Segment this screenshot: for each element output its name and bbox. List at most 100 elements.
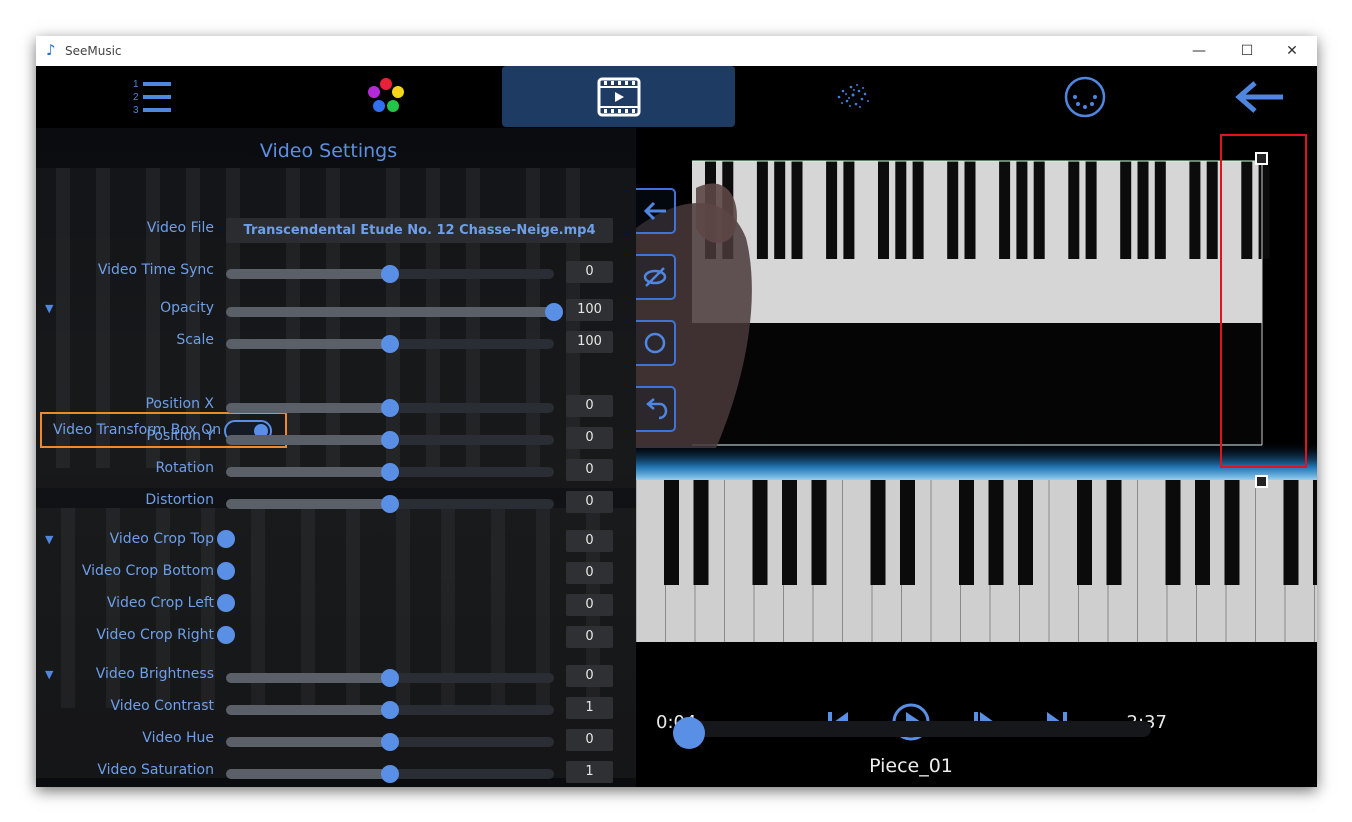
panel-title: Video Settings xyxy=(259,140,398,162)
slider-knob[interactable] xyxy=(381,495,399,513)
video-file-label: Video File xyxy=(146,220,214,236)
app-window: ♪ SeeMusic — ☐ ✕ 1 2 3 Video Settings Vi… xyxy=(36,36,1317,787)
maximize-button[interactable]: ☐ xyxy=(1232,40,1262,62)
title-bar: ♪ SeeMusic — ☐ ✕ xyxy=(36,36,1317,66)
close-button[interactable]: ✕ xyxy=(1277,40,1307,62)
position-x-value[interactable]: 0 xyxy=(566,395,613,417)
transform-handle-top-right[interactable] xyxy=(1255,152,1268,165)
tab-colors[interactable] xyxy=(269,66,502,128)
crop-left-value[interactable]: 0 xyxy=(566,594,613,616)
position-y-slider[interactable] xyxy=(226,431,554,449)
seek-bar[interactable] xyxy=(676,721,1151,737)
video-time-sync-row: Video Time Sync 0 xyxy=(36,256,636,288)
slider-knob[interactable] xyxy=(381,335,399,353)
rotation-label: Rotation xyxy=(155,460,214,476)
video-preview-panel: 0:04 -2:37 Piece_01 xyxy=(636,128,1317,787)
video-time-sync-label: Video Time Sync xyxy=(97,262,214,278)
hue-value[interactable]: 0 xyxy=(566,729,613,751)
brightness-row: ▼ Video Brightness 0 xyxy=(36,660,636,692)
saturation-label: Video Saturation xyxy=(97,762,214,778)
contrast-row: Video Contrast 1 xyxy=(36,692,636,724)
rotation-row: Rotation 0 xyxy=(36,454,636,486)
tab-video[interactable] xyxy=(502,66,735,127)
minimize-button[interactable]: — xyxy=(1184,40,1214,62)
transform-handle-bottom-right[interactable] xyxy=(1255,475,1268,488)
crop-right-slider[interactable] xyxy=(217,626,235,644)
crop-bottom-value[interactable]: 0 xyxy=(566,562,613,584)
contrast-label: Video Contrast xyxy=(110,698,215,714)
tab-midi[interactable] xyxy=(968,66,1201,128)
scale-value[interactable]: 100 xyxy=(566,331,613,353)
back-button[interactable] xyxy=(1201,66,1317,128)
saturation-slider[interactable] xyxy=(226,765,554,783)
slider-knob[interactable] xyxy=(381,399,399,417)
slider-knob[interactable] xyxy=(381,265,399,283)
eye-off-icon xyxy=(643,267,667,287)
opacity-slider[interactable] xyxy=(226,303,563,321)
crop-top-value[interactable]: 0 xyxy=(566,530,613,552)
position-x-row: Position X 0 xyxy=(36,390,636,422)
video-file-row: Video File Transcendental Etude No. 12 C… xyxy=(36,214,636,246)
svg-text:2: 2 xyxy=(133,92,139,103)
video-time-sync-value[interactable]: 0 xyxy=(566,261,613,283)
scale-row: Scale 100 xyxy=(36,326,636,358)
main-toolbar: 1 2 3 xyxy=(36,66,1317,128)
hue-label: Video Hue xyxy=(142,730,214,746)
position-y-value[interactable]: 0 xyxy=(566,427,613,449)
opacity-value[interactable]: 100 xyxy=(566,299,613,321)
position-x-label: Position X xyxy=(145,396,214,412)
undo-icon xyxy=(646,398,668,420)
opacity-label: Opacity xyxy=(160,300,214,316)
crop-right-row: Video Crop Right 0 xyxy=(36,621,636,653)
video-time-sync-slider[interactable] xyxy=(226,265,554,283)
crop-top-slider[interactable] xyxy=(217,530,235,548)
opacity-row: ▼ Opacity 100 xyxy=(36,294,636,326)
brightness-label: Video Brightness xyxy=(95,666,214,682)
scale-slider[interactable] xyxy=(226,335,554,353)
collapse-caret-icon[interactable]: ▼ xyxy=(45,668,53,681)
transform-box-highlight xyxy=(1220,134,1307,468)
seek-bar-knob[interactable] xyxy=(673,717,705,749)
brightness-value[interactable]: 0 xyxy=(566,665,613,687)
video-file-field[interactable]: Transcendental Etude No. 12 Chasse-Neige… xyxy=(226,218,613,243)
window-title: SeeMusic xyxy=(65,44,122,58)
slider-knob[interactable] xyxy=(545,303,563,321)
tab-particles[interactable] xyxy=(735,66,968,128)
arrow-left-icon xyxy=(1235,81,1283,113)
collapse-caret-icon[interactable]: ▼ xyxy=(45,302,53,315)
midi-port-icon xyxy=(1064,76,1105,118)
crop-left-slider[interactable] xyxy=(217,594,235,612)
toggle-visibility-button[interactable] xyxy=(636,254,676,300)
rotation-value[interactable]: 0 xyxy=(566,459,613,481)
position-y-row: Position Y 0 xyxy=(36,422,636,454)
slider-knob[interactable] xyxy=(381,463,399,481)
crop-right-value[interactable]: 0 xyxy=(566,626,613,648)
numbered-list-icon: 1 2 3 xyxy=(133,79,171,116)
prev-video-button[interactable] xyxy=(636,188,676,234)
contrast-slider[interactable] xyxy=(226,701,554,719)
contrast-value[interactable]: 1 xyxy=(566,697,613,719)
collapse-caret-icon[interactable]: ▼ xyxy=(45,533,53,546)
hue-slider[interactable] xyxy=(226,733,554,751)
hue-row: Video Hue 0 xyxy=(36,724,636,756)
brightness-slider[interactable] xyxy=(226,669,554,687)
undo-button[interactable] xyxy=(636,386,676,432)
slider-knob[interactable] xyxy=(381,431,399,449)
rotation-slider[interactable] xyxy=(226,463,554,481)
piano-video-preview xyxy=(636,160,1317,642)
slider-knob[interactable] xyxy=(381,669,399,687)
saturation-value[interactable]: 1 xyxy=(566,761,613,783)
slider-knob[interactable] xyxy=(381,701,399,719)
rotate-icon xyxy=(644,332,666,354)
svg-text:3: 3 xyxy=(133,105,139,116)
position-x-slider[interactable] xyxy=(226,399,554,417)
distortion-value[interactable]: 0 xyxy=(566,491,613,513)
position-y-label: Position Y xyxy=(146,428,214,444)
crop-bottom-slider[interactable] xyxy=(217,562,235,580)
reset-rotation-button[interactable] xyxy=(636,320,676,366)
distortion-slider[interactable] xyxy=(226,495,554,513)
slider-knob[interactable] xyxy=(381,733,399,751)
tab-list[interactable]: 1 2 3 xyxy=(36,66,269,128)
crop-bottom-row: Video Crop Bottom 0 xyxy=(36,557,636,589)
slider-knob[interactable] xyxy=(381,765,399,783)
